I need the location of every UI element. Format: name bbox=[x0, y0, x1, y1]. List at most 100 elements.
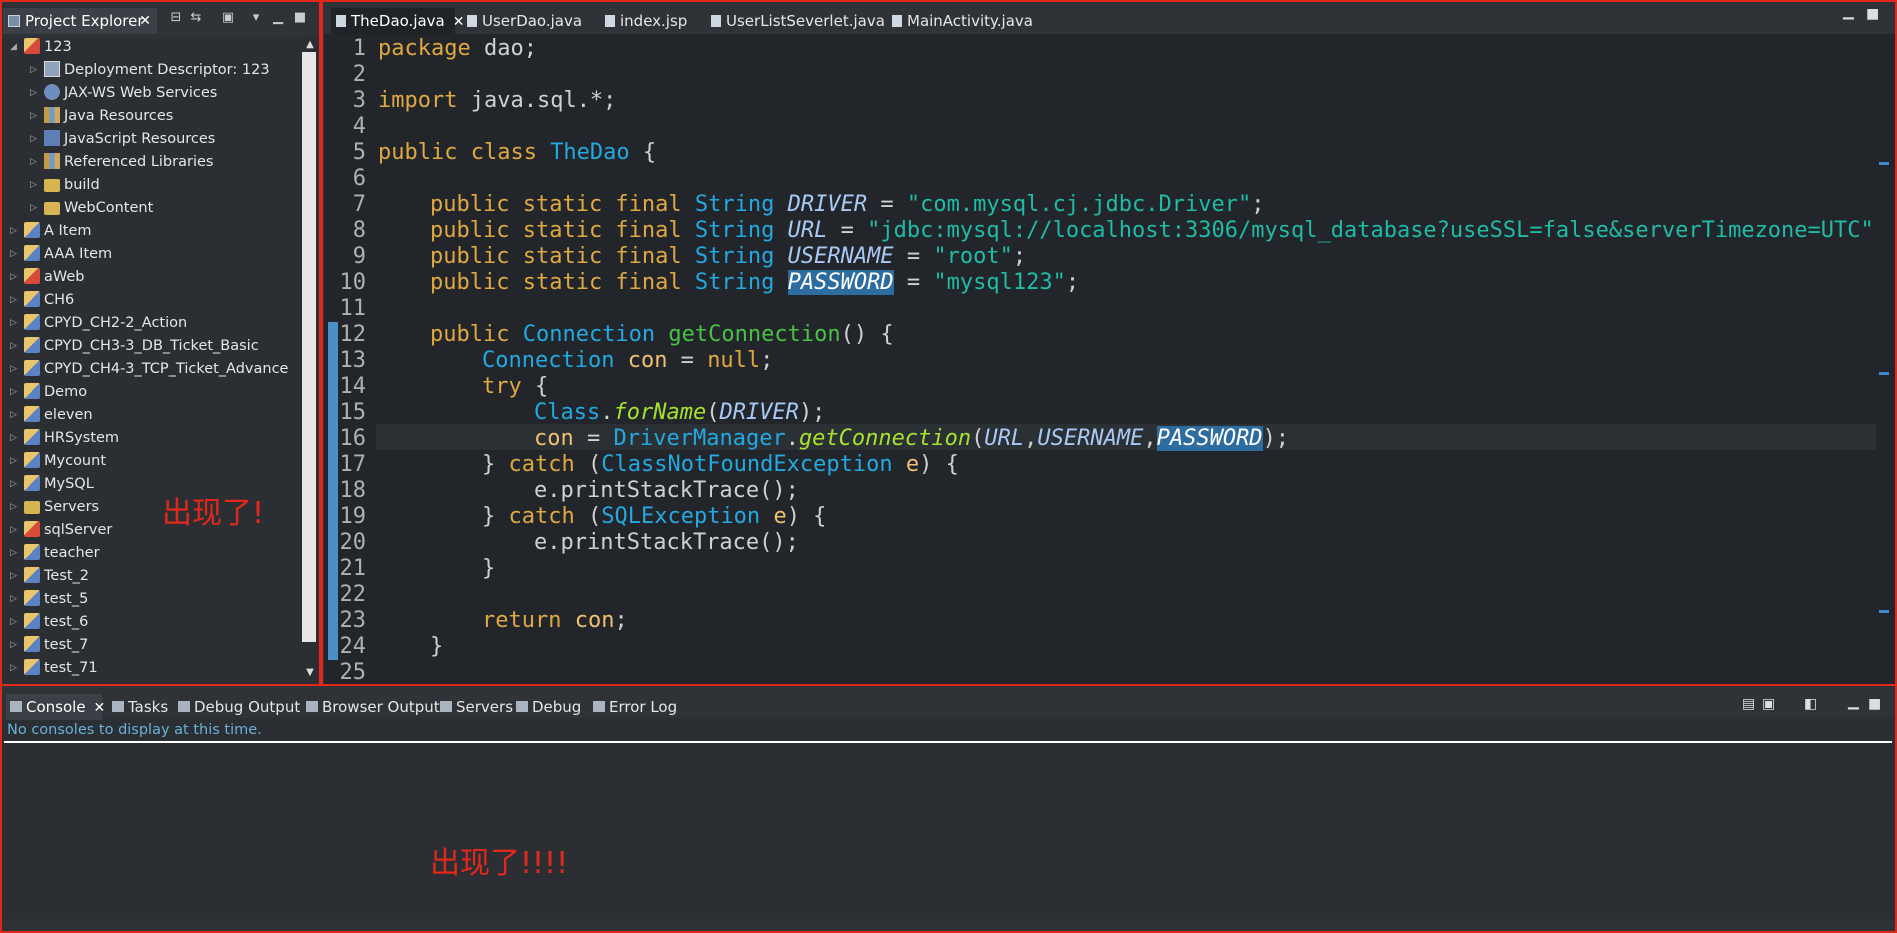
tree-item[interactable]: ▷ Servers bbox=[10, 496, 99, 519]
collapsed-arrow-icon[interactable]: ▷ bbox=[10, 289, 24, 312]
view-menu-icon[interactable]: ▾ bbox=[248, 11, 264, 25]
tree-item[interactable]: ▷ eleven bbox=[10, 404, 93, 427]
editor-tab[interactable]: UserDao.java bbox=[462, 8, 592, 34]
overview-marker[interactable] bbox=[1879, 372, 1889, 375]
overview-marker[interactable] bbox=[1879, 162, 1889, 165]
tree-item[interactable]: ▷ teacher bbox=[10, 542, 100, 565]
scroll-up-icon[interactable]: ▲ bbox=[303, 38, 317, 52]
collapsed-arrow-icon[interactable]: ▷ bbox=[10, 220, 24, 243]
tree-item[interactable]: ◢ 123 bbox=[10, 36, 72, 59]
tree-item[interactable]: ▷ aWeb bbox=[10, 266, 85, 289]
console-tab[interactable]: Browser Output bbox=[302, 694, 440, 720]
collapsed-arrow-icon[interactable]: ▷ bbox=[10, 335, 24, 358]
tree-item[interactable]: ▷ Demo bbox=[10, 381, 87, 404]
close-icon[interactable]: ✕ bbox=[94, 700, 106, 716]
tree-item[interactable]: ▷ CPYD_CH2-2_Action bbox=[10, 312, 187, 335]
collapsed-arrow-icon[interactable]: ▷ bbox=[10, 381, 24, 404]
tree-item[interactable]: ▷ Java Resources bbox=[30, 105, 173, 128]
collapsed-arrow-icon[interactable]: ▷ bbox=[10, 588, 24, 611]
collapsed-arrow-icon[interactable]: ▷ bbox=[10, 565, 24, 588]
tree-item[interactable]: ▷ MySQL bbox=[10, 473, 94, 496]
tree-item[interactable]: ▷ build bbox=[30, 174, 100, 197]
editor-minimize-icon[interactable]: ▁ bbox=[1843, 4, 1854, 20]
tree-scrollbar-thumb[interactable] bbox=[302, 52, 316, 642]
tree-item[interactable]: ▷ WebContent bbox=[30, 197, 153, 220]
tree-item[interactable]: ▷ test_6 bbox=[10, 611, 88, 634]
collapsed-arrow-icon[interactable]: ▷ bbox=[30, 105, 44, 128]
maximize-icon[interactable]: ■ bbox=[292, 11, 308, 25]
console-maximize-icon[interactable]: ■ bbox=[1868, 696, 1881, 712]
collapsed-arrow-icon[interactable]: ▷ bbox=[10, 496, 24, 519]
tree-item[interactable]: ▷ Mycount bbox=[10, 450, 106, 473]
debug-icon bbox=[516, 701, 528, 712]
console-minimize-icon[interactable]: ▁ bbox=[1848, 694, 1859, 710]
collapsed-arrow-icon[interactable]: ▷ bbox=[10, 312, 24, 335]
collapsed-arrow-icon[interactable]: ▷ bbox=[10, 243, 24, 266]
pin-console-icon[interactable]: ▤ bbox=[1742, 696, 1755, 712]
editor-tab[interactable]: MainActivity.java bbox=[887, 8, 1037, 34]
tree-item[interactable]: ▷ Deployment Descriptor: 123 bbox=[30, 59, 270, 82]
tree-item[interactable]: ▷ HRSystem bbox=[10, 427, 119, 450]
collapsed-arrow-icon[interactable]: ▷ bbox=[10, 634, 24, 657]
collapsed-arrow-icon[interactable]: ▷ bbox=[30, 151, 44, 174]
console-tab[interactable]: Debug bbox=[512, 694, 585, 720]
overview-marker[interactable] bbox=[1879, 610, 1889, 613]
collapsed-arrow-icon[interactable]: ▷ bbox=[30, 59, 44, 82]
line-number: 15 bbox=[339, 400, 367, 425]
collapsed-arrow-icon[interactable]: ▷ bbox=[30, 128, 44, 151]
tab-project-explorer[interactable]: Project Explorer ✕ bbox=[3, 8, 157, 34]
console-tab[interactable]: Console ✕ bbox=[6, 694, 105, 720]
tree-item[interactable]: ▷ Referenced Libraries bbox=[30, 151, 213, 174]
webservice-icon bbox=[44, 84, 60, 100]
console-tab[interactable]: Servers bbox=[436, 694, 513, 720]
collapsed-arrow-icon[interactable]: ▷ bbox=[30, 197, 44, 220]
console-tab[interactable]: Debug Output bbox=[174, 694, 300, 720]
close-icon[interactable]: ✕ bbox=[139, 8, 151, 34]
collapsed-arrow-icon[interactable]: ▷ bbox=[10, 657, 24, 680]
scroll-down-icon[interactable]: ▼ bbox=[303, 666, 317, 680]
project-icon bbox=[24, 613, 40, 629]
editor-tab[interactable]: UserListSeverlet.java bbox=[706, 8, 885, 34]
tree-item[interactable]: ▷ JavaScript Resources bbox=[30, 128, 215, 151]
editor-tab[interactable]: index.jsp bbox=[600, 8, 700, 34]
collapsed-arrow-icon[interactable]: ▷ bbox=[10, 404, 24, 427]
collapsed-arrow-icon[interactable]: ▷ bbox=[10, 358, 24, 381]
tree-item[interactable]: ▷ A Item bbox=[10, 220, 92, 243]
tree-item[interactable]: ▷ CPYD_CH4-3_TCP_Ticket_Advance bbox=[10, 358, 288, 381]
editor-tab[interactable]: TheDao.java ✕ bbox=[331, 8, 464, 34]
collapsed-arrow-icon[interactable]: ▷ bbox=[10, 519, 24, 542]
tree-item[interactable]: ▷ CPYD_CH3-3_DB_Ticket_Basic bbox=[10, 335, 259, 358]
tree-item[interactable]: ▷ sqlServer bbox=[10, 519, 112, 542]
collapsed-arrow-icon[interactable]: ▷ bbox=[10, 427, 24, 450]
console-tab[interactable]: Tasks bbox=[108, 694, 170, 720]
collapsed-arrow-icon[interactable]: ▷ bbox=[10, 450, 24, 473]
collapsed-arrow-icon[interactable]: ▷ bbox=[10, 473, 24, 496]
tree-item-label: Mycount bbox=[44, 453, 107, 469]
minimize-icon[interactable]: ▁ bbox=[270, 11, 286, 25]
display-console-icon[interactable]: ▣ bbox=[1762, 696, 1775, 712]
tree-item[interactable]: ▷ CH6 bbox=[10, 289, 74, 312]
console-tab[interactable]: Error Log bbox=[589, 694, 679, 720]
tree-item[interactable]: ▷ test_71 bbox=[10, 657, 98, 680]
tree-item[interactable]: ▷ Test_2 bbox=[10, 565, 89, 588]
collapsed-arrow-icon[interactable]: ▷ bbox=[10, 611, 24, 634]
tree-item[interactable]: ▷ JAX-WS Web Services bbox=[30, 82, 217, 105]
filter-icon[interactable]: ▣ bbox=[220, 11, 236, 25]
tree-item[interactable]: ▷ test_7 bbox=[10, 634, 88, 657]
collapsed-arrow-icon[interactable]: ▷ bbox=[10, 542, 24, 565]
editor-tab-label: TheDao.java bbox=[351, 12, 445, 30]
link-with-editor-icon[interactable]: ⇆ bbox=[188, 11, 204, 25]
tree-item[interactable]: ▷ AAA Item bbox=[10, 243, 112, 266]
collapsed-arrow-icon[interactable]: ▷ bbox=[30, 82, 44, 105]
code-line-23: return con; bbox=[482, 608, 628, 633]
open-console-icon[interactable]: ◧ bbox=[1804, 696, 1817, 712]
collapsed-arrow-icon[interactable]: ▷ bbox=[10, 266, 24, 289]
editor-overview-ruler[interactable] bbox=[1877, 34, 1897, 684]
collapsed-arrow-icon[interactable]: ▷ bbox=[30, 174, 44, 197]
collapse-all-icon[interactable]: ⊟ bbox=[168, 11, 184, 25]
expanded-arrow-icon[interactable]: ◢ bbox=[10, 36, 24, 59]
tree-item[interactable]: ▷ test_5 bbox=[10, 588, 88, 611]
folder-icon bbox=[24, 501, 40, 514]
editor-maximize-icon[interactable]: ■ bbox=[1866, 6, 1879, 22]
console-panel bbox=[0, 686, 1897, 933]
